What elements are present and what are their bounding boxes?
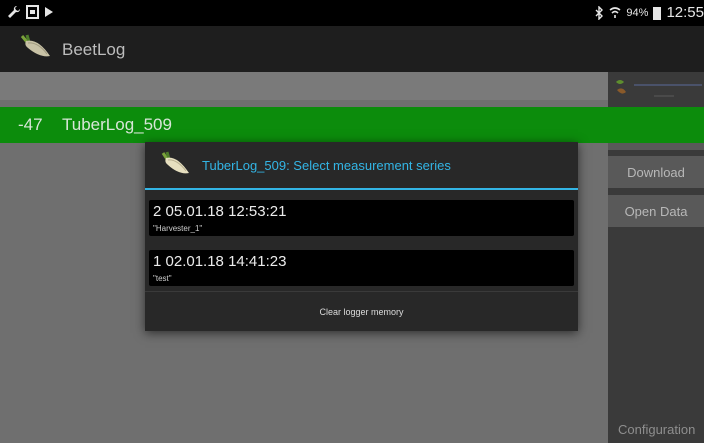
download-button[interactable]: Download [608,156,704,188]
series-id-date: 1 02.01.18 14:41:23 [153,253,287,270]
app-title: BeetLog [62,40,126,59]
logger-rssi: -47 [18,115,43,134]
series-label: "Harvester_1" [153,224,203,233]
status-left-icons [7,5,54,19]
wifi-icon [609,6,621,20]
status-bar: 94% 12:55 [0,0,704,26]
configuration-button[interactable]: Configuration [608,416,704,443]
logger-name: TuberLog_509 [62,115,172,134]
battery-icon [653,7,662,20]
clear-logger-memory-button[interactable]: Clear logger memory [145,292,578,331]
series-id-date: 2 05.01.18 12:53:21 [153,203,287,220]
clock: 12:55 [666,4,704,21]
play-icon [44,5,54,19]
open-data-button[interactable]: Open Data [608,195,704,227]
logger-thumbnail-icon [614,76,704,110]
series-label: "test" [153,274,172,283]
action-bar: BeetLog [0,26,704,72]
series-item[interactable]: 2 05.01.18 12:53:21 "Harvester_1" [149,200,574,236]
series-item[interactable]: 1 02.01.18 14:41:23 "test" [149,250,574,286]
wrench-icon [7,5,21,19]
list-header [0,72,608,100]
screenshot-icon [26,5,39,19]
battery-percent: 94% [626,6,649,19]
select-series-dialog: TuberLog_509: Select measurement series … [145,142,578,331]
beet-logo-icon[interactable] [18,32,58,64]
status-right: 94% 12:55 [595,4,704,21]
beet-logo-icon [159,150,195,180]
bluetooth-icon [595,5,604,20]
logger-row[interactable]: -47 TuberLog_509 [0,107,704,143]
dialog-header: TuberLog_509: Select measurement series [145,142,578,189]
dialog-divider [145,188,578,190]
dialog-title: TuberLog_509: Select measurement series [202,158,451,173]
